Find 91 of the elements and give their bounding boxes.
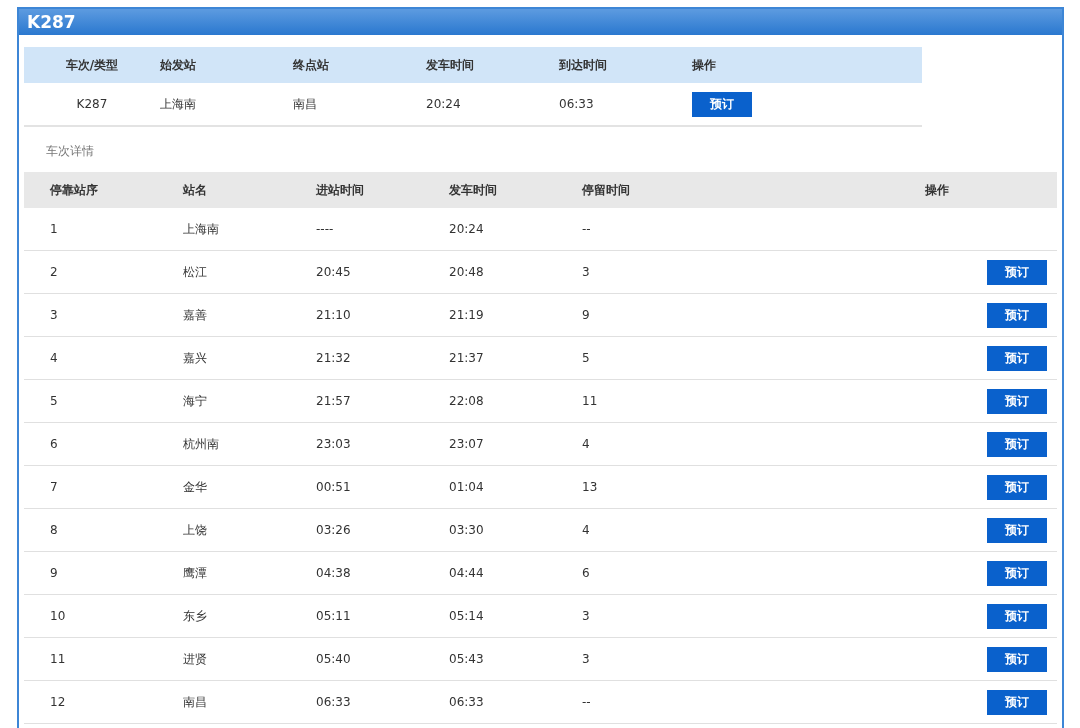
table-cell-text: 21:32 (316, 351, 352, 365)
table-cell-text: 11 (50, 652, 67, 666)
column-header: 发车时间 (449, 181, 498, 199)
table-cell-text: 6 (582, 566, 591, 580)
table-cell-text: 21:37 (449, 351, 485, 365)
table-cell-text: 进贤 (183, 650, 208, 668)
book-button[interactable]: 预订 (987, 646, 1047, 672)
table-cell-text: 上饶 (183, 521, 208, 539)
table-cell-text: 06:33 (316, 695, 352, 709)
table-cell-text: 东乡 (183, 607, 208, 625)
table-cell-text: 01:04 (449, 480, 485, 494)
table-cell-text: K287 (75, 97, 109, 111)
panel-title: K287 (19, 9, 1062, 35)
column-header: 到达时间 (559, 56, 608, 74)
table-cell-text: 5 (50, 394, 59, 408)
table-cell-text: 20:24 (426, 97, 462, 111)
table-cell-text: 8 (50, 523, 59, 537)
section-label: 车次详情 (45, 143, 95, 160)
table-cell-text: 06:33 (449, 695, 485, 709)
table-cell-text: 05:14 (449, 609, 485, 623)
table-cell-text: 嘉兴 (183, 349, 208, 367)
table-cell-text: 05:11 (316, 609, 352, 623)
column-header: 站名 (183, 181, 208, 199)
table-cell-text: 3 (50, 308, 59, 322)
table-cell-text: 22:08 (449, 394, 485, 408)
column-header: 发车时间 (426, 56, 475, 74)
table-cell-text: 21:19 (449, 308, 485, 322)
table-cell-text: 20:48 (449, 265, 485, 279)
table-cell-text: 10 (50, 609, 67, 623)
table-cell-text: 20:45 (316, 265, 352, 279)
table-cell-text: 21:10 (316, 308, 352, 322)
table-cell-text: 金华 (183, 478, 208, 496)
table-cell-text: 上海南 (160, 95, 197, 113)
book-button[interactable]: 预订 (987, 259, 1047, 285)
table-cell-text: 5 (582, 351, 591, 365)
column-header: 进站时间 (316, 181, 365, 199)
table-cell-text: 05:43 (449, 652, 485, 666)
column-header: 车次/类型 (64, 56, 120, 74)
book-button[interactable]: 预订 (987, 474, 1047, 500)
table-cell-text: 11 (582, 394, 599, 408)
table-cell-text: -- (582, 222, 592, 236)
table-cell-text: 23:03 (316, 437, 352, 451)
table-cell-text: 6 (50, 437, 59, 451)
table-cell-text: 05:40 (316, 652, 352, 666)
table-cell-text: 23:07 (449, 437, 485, 451)
book-button[interactable]: 预订 (987, 302, 1047, 328)
table-cell-text: 9 (582, 308, 591, 322)
table-cell-text: 南昌 (293, 95, 318, 113)
table-cell-text: 00:51 (316, 480, 352, 494)
table-cell-text: ---- (316, 222, 335, 236)
table-cell-text: 4 (582, 437, 591, 451)
table-cell-text: 03:30 (449, 523, 485, 537)
column-header: 操作 (692, 56, 717, 74)
column-header: 停靠站序 (50, 181, 99, 199)
book-button[interactable]: 预订 (987, 345, 1047, 371)
book-button[interactable]: 预订 (987, 603, 1047, 629)
table-cell-text: 嘉善 (183, 306, 208, 324)
table-cell-text: -- (582, 695, 592, 709)
table-cell-text: 12 (50, 695, 67, 709)
table-cell-text: 21:57 (316, 394, 352, 408)
column-header: 操作 (925, 181, 949, 199)
table-cell-text: 3 (582, 609, 591, 623)
table-cell-text: 2 (50, 265, 59, 279)
book-button[interactable]: 预订 (987, 560, 1047, 586)
table-cell-text: 鹰潭 (183, 564, 208, 582)
book-button[interactable]: 预订 (987, 517, 1047, 543)
table-cell-text: 松江 (183, 263, 208, 281)
table-cell-text: 13 (582, 480, 599, 494)
table-cell-text: 04:44 (449, 566, 485, 580)
table-cell-text: 04:38 (316, 566, 352, 580)
table-cell-text: 1 (50, 222, 59, 236)
table-cell-text: 3 (582, 652, 591, 666)
table-cell-text: 4 (50, 351, 59, 365)
table-cell-text: 06:33 (559, 97, 595, 111)
table-cell-text: 03:26 (316, 523, 352, 537)
table-cell-text: 20:24 (449, 222, 485, 236)
book-button[interactable]: 预订 (987, 689, 1047, 715)
table-cell-text: 上海南 (183, 220, 220, 238)
table-cell-text: 9 (50, 566, 59, 580)
book-button[interactable]: 预订 (987, 431, 1047, 457)
column-header: 终点站 (293, 56, 330, 74)
book-button[interactable]: 预订 (987, 388, 1047, 414)
book-button[interactable]: 预订 (692, 91, 752, 117)
table-cell-text: 南昌 (183, 693, 208, 711)
table-cell-text: 7 (50, 480, 59, 494)
table-cell-text: 4 (582, 523, 591, 537)
table-cell-text: 3 (582, 265, 591, 279)
column-header: 始发站 (160, 56, 197, 74)
table-cell-text: 杭州南 (183, 435, 220, 453)
table-cell-text: 海宁 (183, 392, 208, 410)
column-header: 停留时间 (582, 181, 631, 199)
